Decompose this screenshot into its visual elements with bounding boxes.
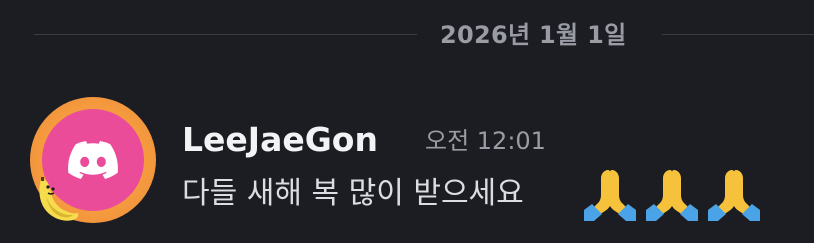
message-text: 다들 새해 복 많이 받으세요 bbox=[182, 176, 524, 211]
message-timestamp[interactable]: 오전 12:01 bbox=[425, 124, 546, 158]
folded-hands-icon bbox=[646, 170, 698, 221]
message-author[interactable]: LeeJaeGon bbox=[182, 120, 378, 160]
divider-line-left bbox=[34, 34, 417, 35]
folded-hands-icon bbox=[708, 170, 760, 221]
divider-line-right bbox=[662, 34, 814, 35]
banana-icon bbox=[39, 177, 79, 221]
emoji-row bbox=[580, 166, 764, 222]
divider-date: 2026년 1월 1일 bbox=[440, 21, 627, 49]
date-divider: 2026년 1월 1일 bbox=[0, 18, 814, 52]
avatar[interactable] bbox=[30, 97, 156, 223]
folded-hands-icon bbox=[584, 170, 636, 221]
